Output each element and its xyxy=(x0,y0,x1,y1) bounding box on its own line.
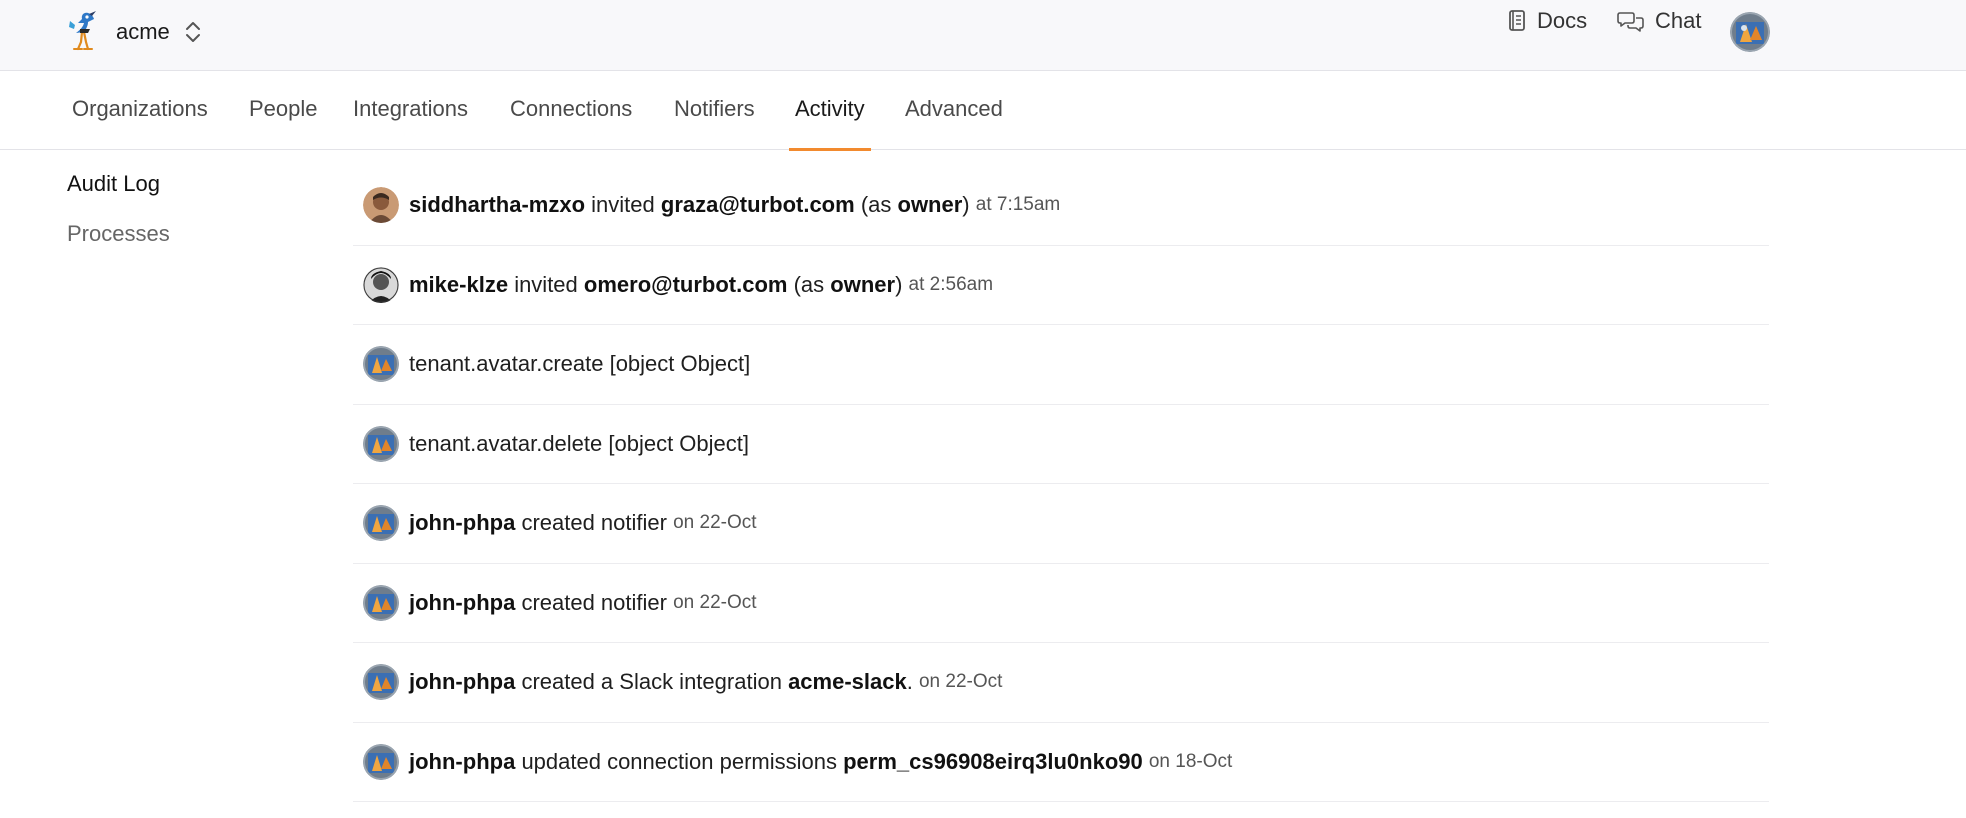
actor-name[interactable]: john-phpa xyxy=(409,749,515,775)
docs-link[interactable]: Docs xyxy=(1507,8,1587,34)
timestamp: at 2:56am xyxy=(908,273,994,295)
tab-advanced[interactable]: Advanced xyxy=(905,71,1003,150)
user-avatar xyxy=(363,743,399,780)
top-bar: acme Docs Chat xyxy=(0,0,1966,71)
action-text: invited xyxy=(514,271,578,297)
book-icon xyxy=(1509,10,1525,31)
action-text: created notifier xyxy=(521,510,667,536)
actor-name[interactable]: john-phpa xyxy=(409,590,515,616)
actor-name[interactable]: siddhartha-mzxo xyxy=(409,192,585,218)
audit-log-row: siddhartha-mzxo invited graza@turbot.com… xyxy=(353,166,1769,246)
settings-tabs: Organizations People Integrations Connec… xyxy=(0,71,1966,151)
sidenav-item-audit-log[interactable]: Audit Log xyxy=(67,170,170,220)
timestamp: at 7:15am xyxy=(975,194,1061,216)
tab-integrations[interactable]: Integrations xyxy=(353,71,468,150)
role-prefix: (as xyxy=(860,192,892,218)
audit-log-list: siddhartha-mzxo invited graza@turbot.com… xyxy=(353,166,1769,802)
tab-organizations[interactable]: Organizations xyxy=(72,71,208,150)
audit-log-row: john-phpa created notifier on 22-Oct xyxy=(353,564,1769,643)
user-avatar[interactable] xyxy=(1730,12,1770,52)
permission-id: perm_cs96908eirq3lu0nko90 xyxy=(843,748,1143,774)
role-suffix: ) xyxy=(895,271,903,297)
tab-notifiers[interactable]: Notifiers xyxy=(674,71,755,150)
action-text: invited xyxy=(591,192,655,218)
action-text: created notifier xyxy=(521,589,667,615)
action-text: updated connection permissions xyxy=(521,748,837,774)
actor-name[interactable]: john-phpa xyxy=(409,510,515,536)
docs-label: Docs xyxy=(1537,8,1588,33)
role-suffix: ) xyxy=(962,192,970,218)
audit-log-row: tenant.avatar.create [object Object] xyxy=(353,325,1769,405)
timestamp: on 22-Oct xyxy=(673,512,757,534)
user-avatar xyxy=(363,266,399,303)
user-avatar xyxy=(363,187,399,224)
chat-link[interactable]: Chat xyxy=(1617,8,1701,34)
target-email: omero@turbot.com xyxy=(583,271,788,297)
user-avatar xyxy=(363,505,399,542)
role-name: owner xyxy=(830,271,896,297)
org-name: acme xyxy=(116,19,170,44)
timestamp: on 22-Oct xyxy=(673,591,757,613)
activity-sidenav: Audit Log Processes xyxy=(67,170,170,270)
event-text: tenant.avatar.delete [object Object] xyxy=(409,430,750,456)
user-avatar xyxy=(363,584,399,621)
timestamp: on 18-Oct xyxy=(1148,750,1233,772)
tab-people[interactable]: People xyxy=(249,71,318,150)
roadrunner-logo-icon xyxy=(69,11,96,51)
audit-log-row: john-phpa created notifier on 22-Oct xyxy=(353,484,1769,564)
integration-name: acme-slack xyxy=(788,669,907,695)
audit-log-row: john-phpa created a Slack integration ac… xyxy=(353,643,1769,723)
chevron-up-down-icon[interactable] xyxy=(184,19,202,45)
sidenav-item-processes[interactable]: Processes xyxy=(67,220,170,270)
tenant-avatar xyxy=(363,425,399,462)
target-email: graza@turbot.com xyxy=(660,192,855,218)
tenant-avatar xyxy=(363,346,399,383)
audit-log-row: mike-klze invited omero@turbot.com (as o… xyxy=(353,246,1769,325)
role-prefix: (as xyxy=(793,271,825,297)
audit-log-row: john-phpa updated connection permissions… xyxy=(353,723,1769,802)
timestamp: on 22-Oct xyxy=(918,671,1003,693)
event-text: tenant.avatar.create [object Object] xyxy=(409,351,751,377)
action-text: created a Slack integration xyxy=(521,669,782,695)
tab-activity[interactable]: Activity xyxy=(789,71,871,151)
audit-log-row: tenant.avatar.delete [object Object] xyxy=(353,405,1769,484)
org-switcher[interactable]: acme xyxy=(66,8,202,56)
role-name: owner xyxy=(897,192,963,218)
chat-bubbles-icon xyxy=(1617,12,1644,32)
actor-name[interactable]: mike-klze xyxy=(409,272,508,298)
user-avatar xyxy=(363,664,399,701)
chat-label: Chat xyxy=(1655,8,1702,33)
actor-name[interactable]: john-phpa xyxy=(409,669,515,695)
tab-connections[interactable]: Connections xyxy=(510,71,632,150)
